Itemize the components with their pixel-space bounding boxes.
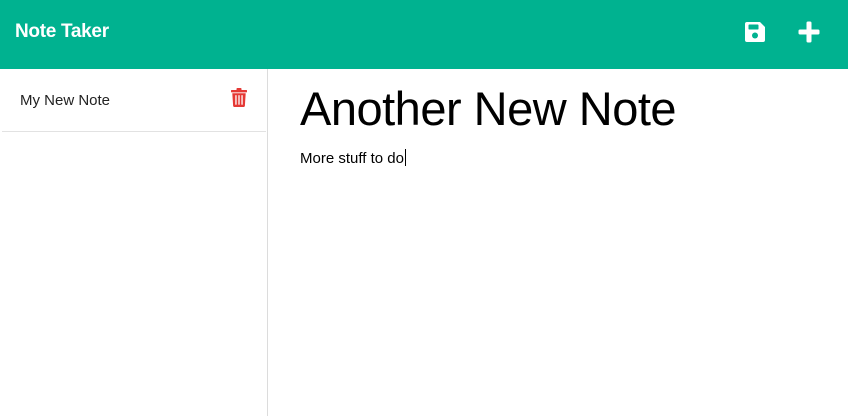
- notes-sidebar: My New Note: [0, 69, 268, 416]
- note-editor: Another New Note More stuff to do: [268, 69, 848, 416]
- new-note-button[interactable]: [797, 20, 821, 44]
- save-note-button[interactable]: [743, 20, 767, 44]
- text-cursor: [404, 149, 406, 166]
- trash-icon: [231, 88, 247, 107]
- list-item[interactable]: My New Note: [2, 69, 266, 132]
- plus-icon: [798, 21, 820, 43]
- save-icon: [745, 22, 765, 42]
- note-title: My New Note: [20, 92, 111, 109]
- delete-note-button[interactable]: [231, 88, 247, 107]
- note-text: More stuff to do: [300, 150, 404, 167]
- app-title[interactable]: Note Taker: [15, 21, 109, 43]
- note-text-area[interactable]: More stuff to do: [300, 149, 406, 167]
- note-title-input[interactable]: Another New Note: [300, 81, 677, 136]
- navbar: Note Taker: [0, 0, 848, 69]
